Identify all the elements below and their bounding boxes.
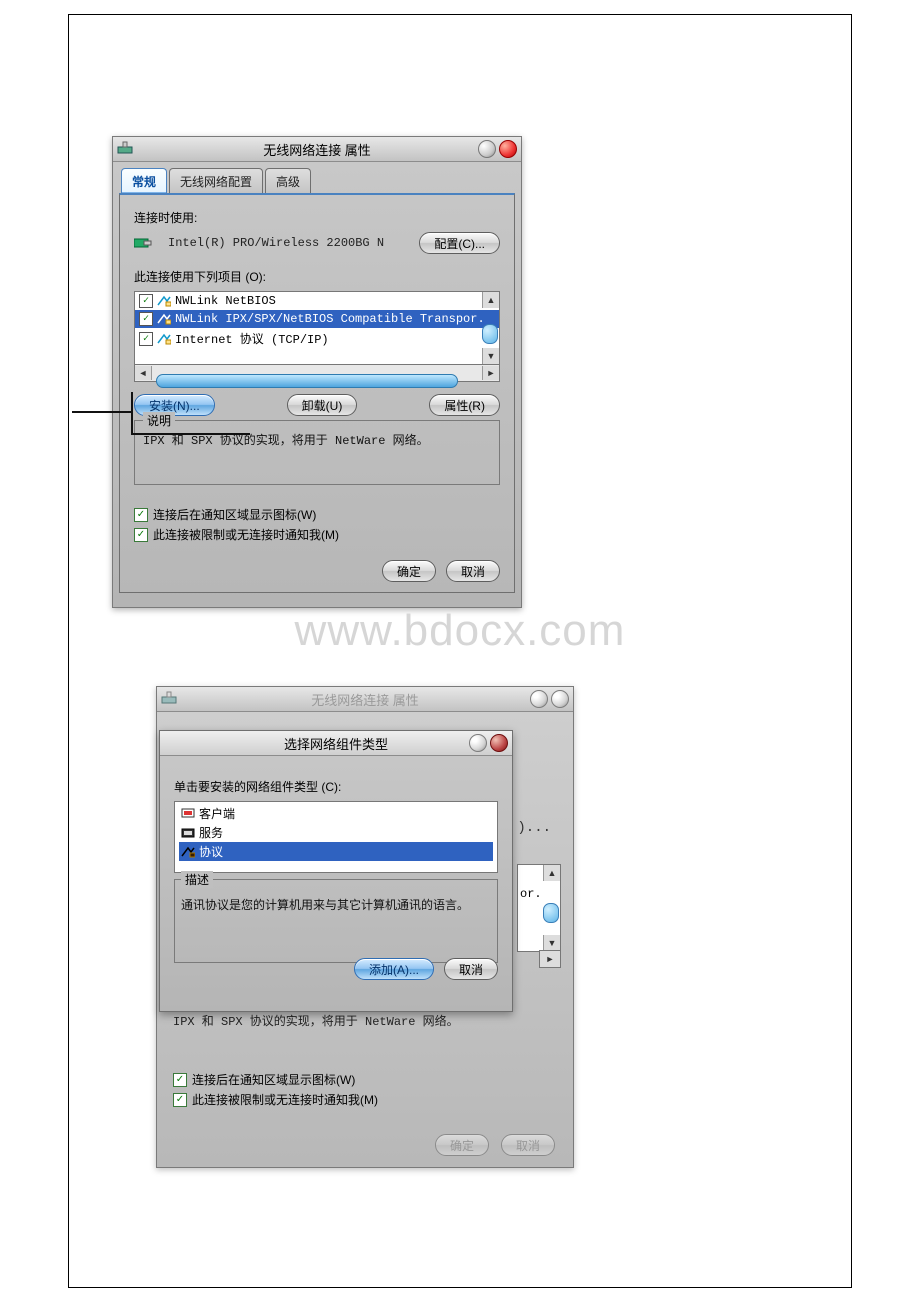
cancel-button: 取消 xyxy=(501,1134,555,1156)
scroll-right-icon[interactable]: ► xyxy=(482,366,499,380)
properties-button[interactable]: 属性(R) xyxy=(429,394,500,416)
description-text: 通讯协议是您的计算机用来与其它计算机通讯的语言。 xyxy=(181,898,491,914)
checkbox-label: 连接后在通知区域显示图标(W) xyxy=(192,1071,355,1088)
bg-description-text: IPX 和 SPX 协议的实现，将用于 NetWare 网络。 xyxy=(173,1012,459,1029)
items-label: 此连接使用下列项目 (O): xyxy=(134,268,500,285)
window-title: 无线网络连接 属性 xyxy=(119,140,515,159)
checkbox-icon xyxy=(173,1073,187,1087)
prompt-label: 单击要安装的网络组件类型 (C): xyxy=(174,778,498,795)
properties-dialog-bg: 无线网络连接 属性 )... ▲ or. ▼ ► 选择网络组件类型 xyxy=(156,686,574,1168)
description-group: 说明 IPX 和 SPX 协议的实现，将用于 NetWare 网络。 xyxy=(134,420,500,485)
list-item-label: Internet 协议 (TCP/IP) xyxy=(175,330,329,347)
network-adapter-icon xyxy=(134,236,152,250)
checkbox-icon[interactable] xyxy=(139,312,153,326)
window-title: 无线网络连接 属性 xyxy=(163,690,567,709)
window-icon xyxy=(161,691,177,705)
protocol-icon xyxy=(157,313,171,325)
list-item-label: 服务 xyxy=(199,824,223,841)
list-item-label: 客户端 xyxy=(199,805,235,822)
titlebar: 无线网络连接 属性 xyxy=(157,687,573,712)
watermark-text: www.bdocx.com xyxy=(0,606,920,656)
close-icon xyxy=(551,690,569,708)
description-caption: 说明 xyxy=(143,412,175,429)
scroll-right-icon: ► xyxy=(539,950,561,968)
ok-button[interactable]: 确定 xyxy=(382,560,436,582)
description-text: IPX 和 SPX 协议的实现，将用于 NetWare 网络。 xyxy=(143,431,491,448)
truncated-text: or. xyxy=(520,887,542,901)
checkbox-label: 连接后在通知区域显示图标(W) xyxy=(153,506,316,523)
tab-advanced[interactable]: 高级 xyxy=(265,168,311,193)
ok-button: 确定 xyxy=(435,1134,489,1156)
protocol-icon xyxy=(181,846,195,858)
configure-button[interactable]: 配置(C)... xyxy=(419,232,500,254)
checkbox-label: 此连接被限制或无连接时通知我(M) xyxy=(192,1091,378,1108)
list-item[interactable]: NWLink NetBIOS xyxy=(135,292,499,310)
notify-checkbox: 此连接被限制或无连接时通知我(M) xyxy=(173,1091,378,1108)
close-icon[interactable] xyxy=(490,734,508,752)
window-title: 选择网络组件类型 xyxy=(166,734,506,753)
tab-strip: 常规 无线网络配置 高级 xyxy=(121,168,521,193)
list-item[interactable]: Internet 协议 (TCP/IP) xyxy=(135,328,499,349)
adapter-name: Intel(R) PRO/Wireless 2200BG N xyxy=(164,233,411,253)
titlebar[interactable]: 无线网络连接 属性 xyxy=(113,137,521,162)
cancel-button[interactable]: 取消 xyxy=(446,560,500,582)
list-item[interactable]: 协议 xyxy=(179,842,493,861)
scroll-down-icon: ▼ xyxy=(543,935,560,951)
horizontal-scrollbar[interactable]: ◄ ► xyxy=(134,365,500,382)
connect-using-label: 连接时使用: xyxy=(134,209,500,226)
notify-checkbox[interactable]: 此连接被限制或无连接时通知我(M) xyxy=(134,526,500,543)
description-caption: 描述 xyxy=(181,871,213,888)
scroll-down-icon[interactable]: ▼ xyxy=(482,348,499,364)
tab-wireless[interactable]: 无线网络配置 xyxy=(169,168,263,193)
checkbox-icon[interactable] xyxy=(139,294,153,308)
checkbox-icon[interactable] xyxy=(134,528,148,542)
minimize-icon[interactable] xyxy=(478,140,496,158)
description-group: 描述 通讯协议是您的计算机用来与其它计算机通讯的语言。 xyxy=(174,879,498,963)
scrollbar-thumb[interactable] xyxy=(482,324,498,344)
properties-dialog: 无线网络连接 属性 常规 无线网络配置 高级 连接时使用: Intel(R) P… xyxy=(112,136,522,608)
client-icon xyxy=(181,808,195,820)
minimize-icon xyxy=(530,690,548,708)
component-type-listbox[interactable]: 客户端 服务 协议 xyxy=(174,801,498,873)
list-item[interactable]: 服务 xyxy=(179,823,493,842)
list-item-label: 协议 xyxy=(199,843,223,860)
scroll-up-icon[interactable]: ▲ xyxy=(482,292,499,308)
add-button[interactable]: 添加(A)... xyxy=(354,958,434,980)
scrollbar-thumb xyxy=(543,903,559,923)
checkbox-icon[interactable] xyxy=(134,508,148,522)
scroll-up-icon: ▲ xyxy=(543,865,560,881)
select-component-type-dialog: 选择网络组件类型 单击要安装的网络组件类型 (C): 客户端 服务 xyxy=(159,730,513,1012)
service-icon xyxy=(181,827,195,839)
window-icon xyxy=(117,141,133,155)
checkbox-icon[interactable] xyxy=(139,332,153,346)
list-item-label: NWLink IPX/SPX/NetBIOS Compatible Transp… xyxy=(175,312,485,326)
list-item[interactable]: NWLink IPX/SPX/NetBIOS Compatible Transp… xyxy=(135,310,499,328)
list-item[interactable]: 客户端 xyxy=(179,804,493,823)
list-item-label: NWLink NetBIOS xyxy=(175,294,276,308)
cancel-button[interactable]: 取消 xyxy=(444,958,498,980)
listbox-peek: ▲ or. ▼ xyxy=(517,864,561,952)
checkbox-icon xyxy=(173,1093,187,1107)
scroll-left-icon[interactable]: ◄ xyxy=(135,366,152,380)
close-icon[interactable] xyxy=(499,140,517,158)
h-scrollbar-thumb[interactable] xyxy=(156,374,458,388)
tab-general[interactable]: 常规 xyxy=(121,168,167,193)
titlebar[interactable]: 选择网络组件类型 xyxy=(160,731,512,756)
tab-panel-general: 连接时使用: Intel(R) PRO/Wireless 2200BG N 配置… xyxy=(119,193,515,593)
show-icon-checkbox[interactable]: 连接后在通知区域显示图标(W) xyxy=(134,506,500,523)
components-listbox[interactable]: NWLink NetBIOS NWLink IPX/SPX/NetBIOS Co… xyxy=(134,291,500,365)
minimize-icon[interactable] xyxy=(469,734,487,752)
checkbox-label: 此连接被限制或无连接时通知我(M) xyxy=(153,526,339,543)
protocol-icon xyxy=(157,295,171,307)
truncated-text: )... xyxy=(517,820,551,836)
protocol-icon xyxy=(157,333,171,345)
show-icon-checkbox: 连接后在通知区域显示图标(W) xyxy=(173,1071,378,1088)
uninstall-button[interactable]: 卸载(U) xyxy=(287,394,358,416)
